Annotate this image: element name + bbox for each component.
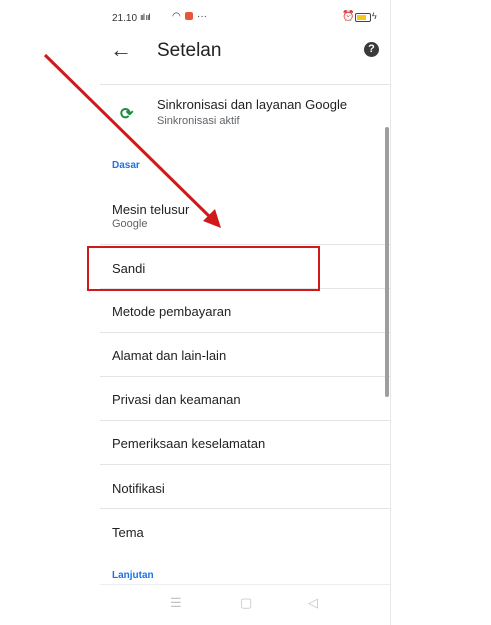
annotation-arrow	[43, 53, 221, 228]
